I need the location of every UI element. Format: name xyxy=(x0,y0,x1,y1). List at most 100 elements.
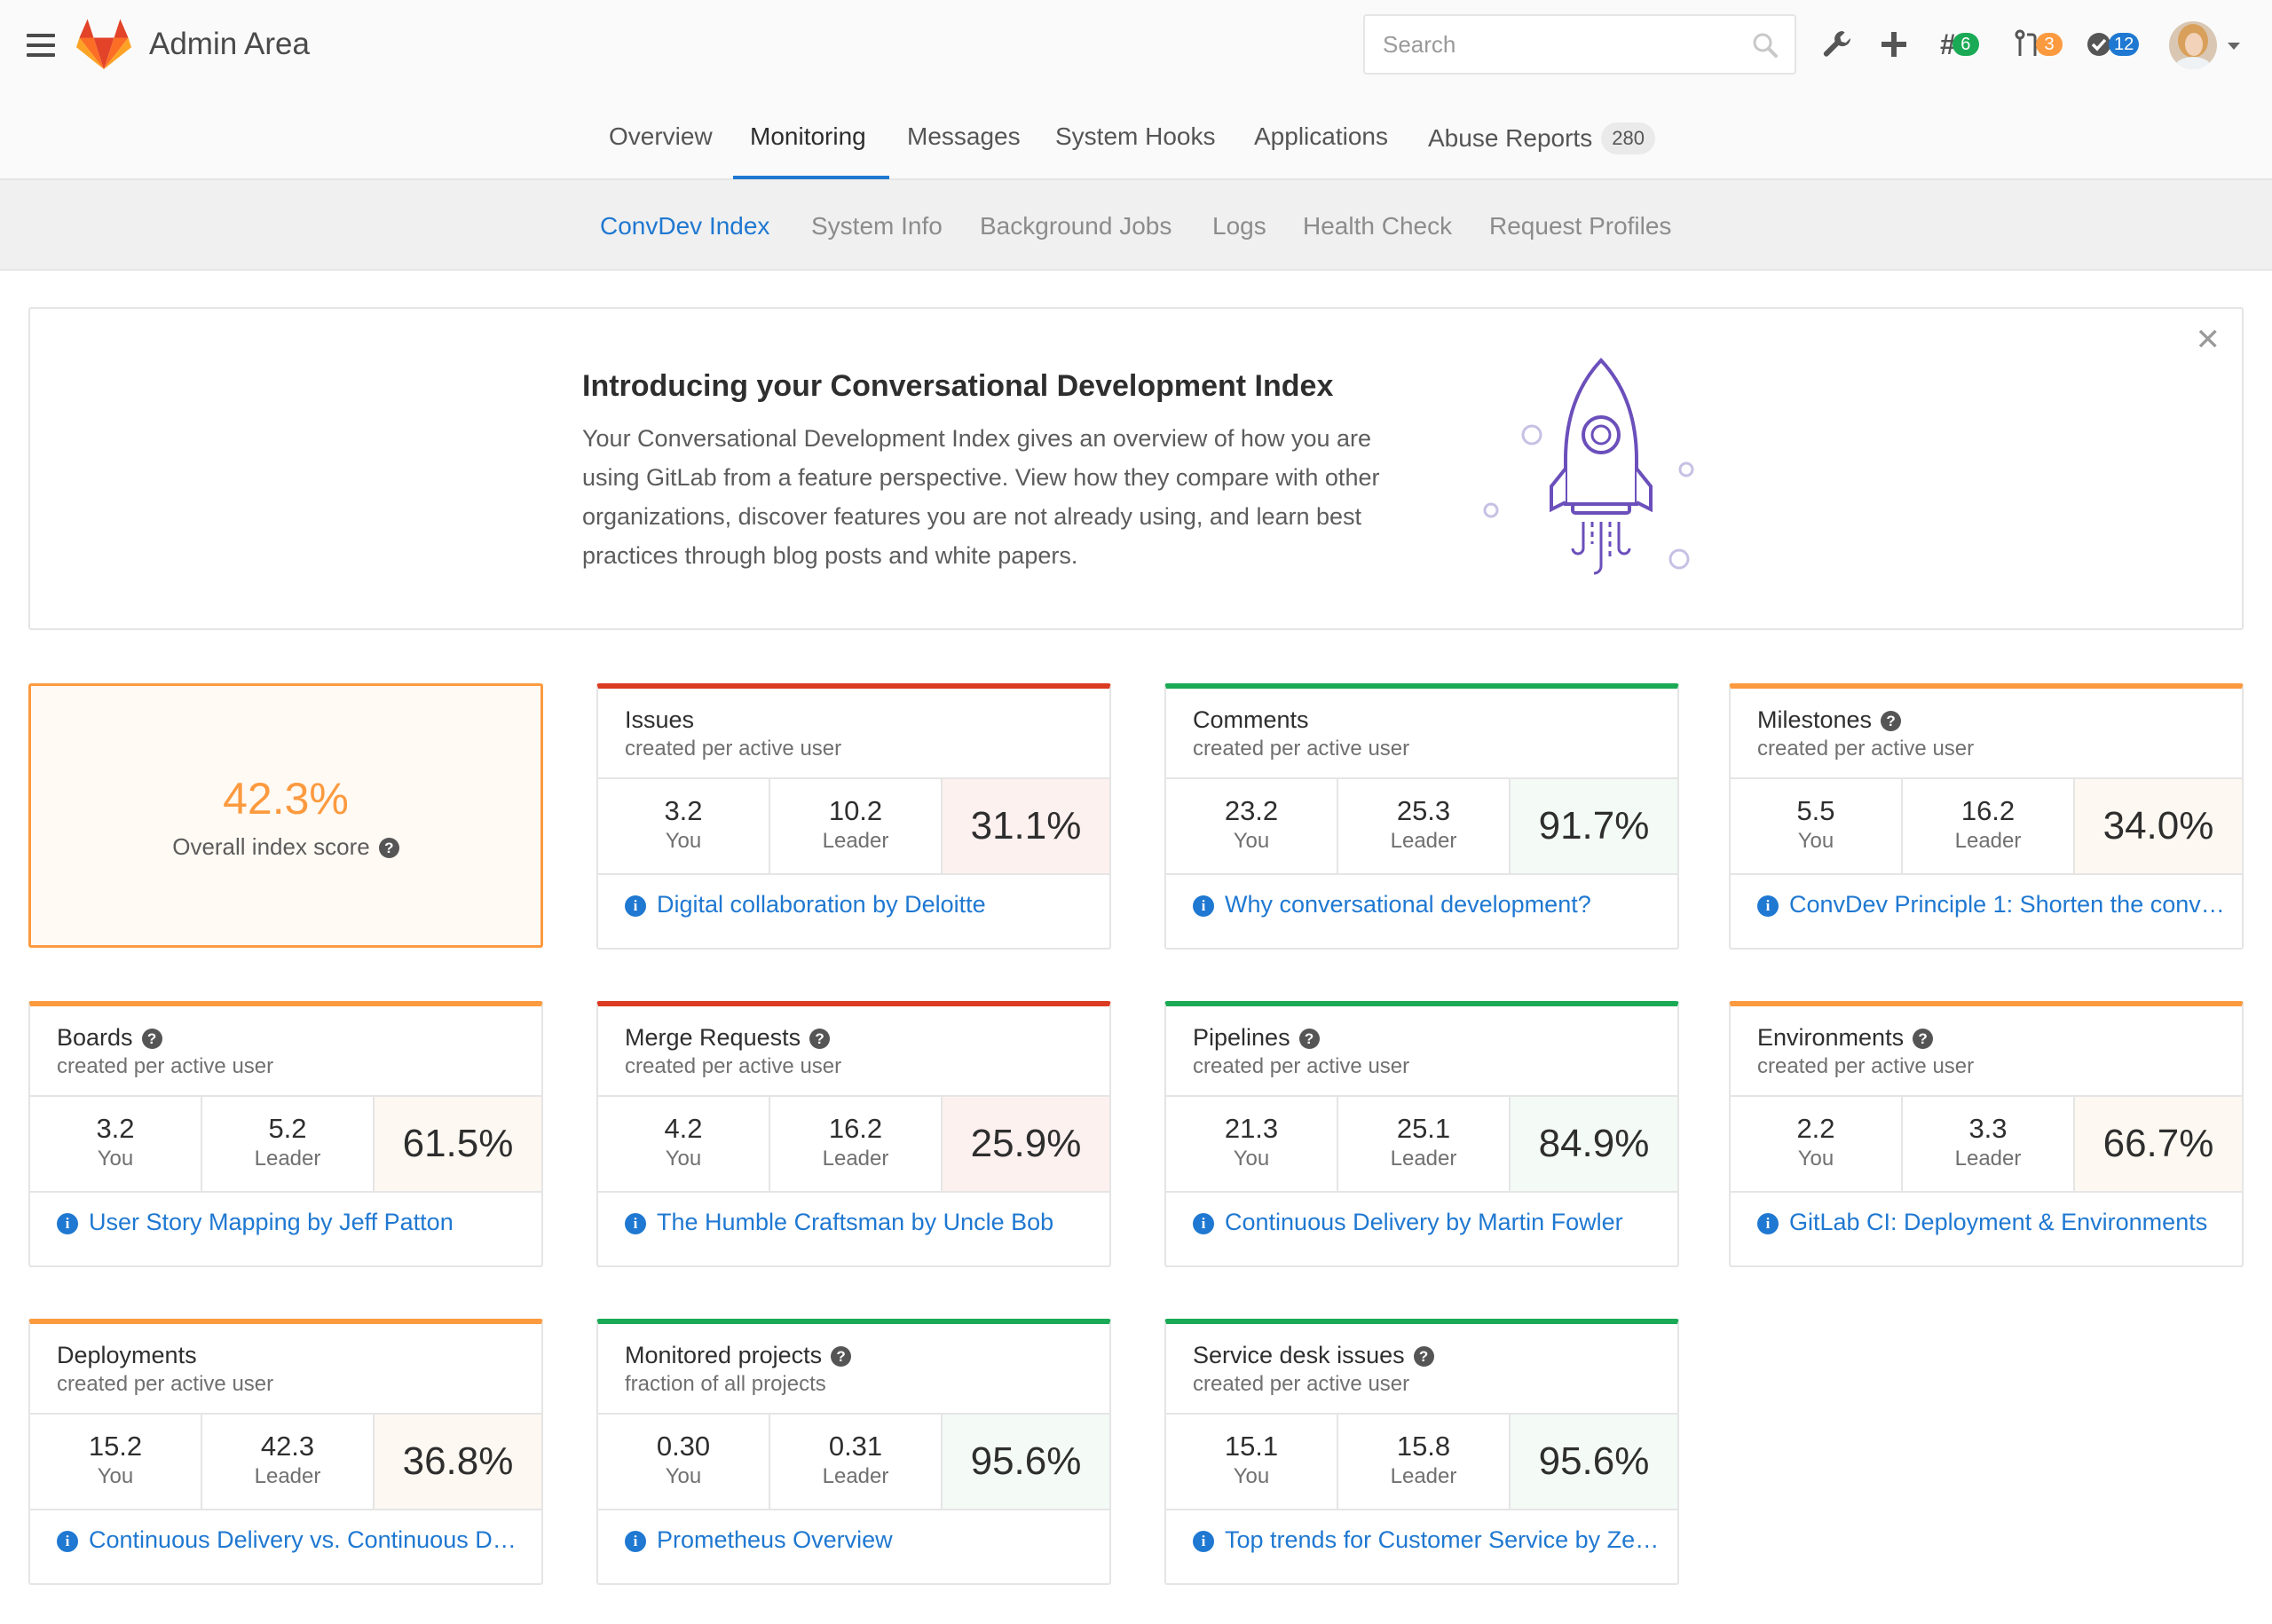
you-label: You xyxy=(1797,1147,1834,1171)
close-icon[interactable]: ✕ xyxy=(2196,325,2221,355)
metric-card-environments: Environments? created per active user 2.… xyxy=(1729,1001,2244,1267)
you-cell: 0.30 You xyxy=(598,1415,770,1509)
help-icon[interactable]: ? xyxy=(141,1029,162,1049)
subtab-health-check[interactable]: Health Check xyxy=(1303,212,1452,240)
chevron-down-icon[interactable] xyxy=(2228,43,2240,50)
subtab-background-jobs[interactable]: Background Jobs xyxy=(980,212,1172,240)
best-practice-link-text: Continuous Delivery by Martin Fowler xyxy=(1225,1209,1623,1235)
todos-count-badge: 12 xyxy=(2109,33,2140,56)
active-tab-indicator xyxy=(733,176,889,179)
info-icon: i xyxy=(1193,1531,1214,1552)
best-practice-link[interactable]: i Digital collaboration by Deloitte xyxy=(625,891,1095,918)
metric-subtitle: created per active user xyxy=(1757,1054,1975,1078)
tab-abuse-reports-label: Abuse Reports xyxy=(1428,124,1593,152)
tab-overview[interactable]: Overview xyxy=(609,122,713,151)
you-value: 21.3 xyxy=(1224,1113,1279,1144)
best-practice-link[interactable]: i Top trends for Customer Service by Zend… xyxy=(1193,1526,1663,1554)
subtab-request-profiles[interactable]: Request Profiles xyxy=(1489,212,1671,240)
help-icon[interactable]: ? xyxy=(809,1029,831,1049)
metric-score: 25.9% xyxy=(943,1097,1109,1191)
merge-requests-shortcut[interactable]: 3 xyxy=(2015,27,2063,62)
best-practice-link[interactable]: i Continuous Delivery by Martin Fowler xyxy=(1193,1209,1663,1236)
monitoring-subtabs: ConvDev Index System Info Background Job… xyxy=(0,180,2272,271)
tab-monitoring[interactable]: Monitoring xyxy=(750,122,866,151)
info-icon: i xyxy=(625,895,646,917)
metric-subtitle: created per active user xyxy=(57,1054,274,1078)
help-icon[interactable]: ? xyxy=(831,1346,852,1367)
metric-subtitle: created per active user xyxy=(57,1372,274,1396)
help-icon[interactable]: ? xyxy=(1913,1029,1934,1049)
metric-subtitle: created per active user xyxy=(625,1054,842,1078)
help-icon[interactable]: ? xyxy=(378,838,399,858)
leader-value: 3.3 xyxy=(1968,1113,2008,1144)
metric-title-text: Monitored projects xyxy=(625,1342,823,1368)
subtab-logs[interactable]: Logs xyxy=(1212,212,1266,240)
best-practice-link[interactable]: i Continuous Delivery vs. Continuous Depl… xyxy=(57,1526,527,1554)
info-icon: i xyxy=(1193,1213,1214,1234)
tab-abuse-reports[interactable]: Abuse Reports 280 xyxy=(1428,122,1655,154)
metric-subtitle: created per active user xyxy=(1193,737,1410,761)
best-practice-link-text: User Story Mapping by Jeff Patton xyxy=(89,1209,454,1235)
metric-title: Issues xyxy=(625,706,694,734)
tab-system-hooks[interactable]: System Hooks xyxy=(1055,122,1216,151)
metric-title: Environments? xyxy=(1757,1024,1934,1052)
you-cell: 4.2 You xyxy=(598,1097,770,1191)
best-practice-link[interactable]: i ConvDev Principle 1: Shorten the conver… xyxy=(1757,891,2228,918)
you-cell: 2.2 You xyxy=(1731,1097,1903,1191)
leader-label: Leader xyxy=(1390,1147,1457,1171)
admin-wrench-icon[interactable] xyxy=(1821,27,1853,62)
metric-subtitle: fraction of all projects xyxy=(625,1372,826,1396)
you-cell: 21.3 You xyxy=(1166,1097,1338,1191)
leader-label: Leader xyxy=(254,1147,321,1171)
help-icon[interactable]: ? xyxy=(1881,711,1902,731)
search-box[interactable] xyxy=(1363,14,1796,75)
leader-cell: 42.3 Leader xyxy=(202,1415,375,1509)
metric-score: 91.7% xyxy=(1511,779,1677,873)
gitlab-logo[interactable] xyxy=(76,18,131,71)
you-cell: 15.2 You xyxy=(30,1415,202,1509)
intro-title: Introducing your Conversational Developm… xyxy=(582,369,1334,403)
metric-card-monitored-projects: Monitored projects? fraction of all proj… xyxy=(596,1319,1111,1585)
metric-title: Monitored projects? xyxy=(625,1342,852,1369)
metric-comparison-row: 21.3 You 25.1 Leader 84.9% xyxy=(1166,1095,1677,1193)
plus-icon[interactable] xyxy=(1880,27,1908,62)
you-cell: 5.5 You xyxy=(1731,779,1903,873)
best-practice-link[interactable]: i Prometheus Overview xyxy=(625,1526,1095,1554)
todos-shortcut[interactable]: 12 xyxy=(2086,27,2140,62)
best-practice-link[interactable]: i The Humble Craftsman by Uncle Bob xyxy=(625,1209,1095,1236)
help-icon[interactable]: ? xyxy=(1413,1346,1434,1367)
metric-comparison-row: 0.30 You 0.31 Leader 95.6% xyxy=(598,1413,1109,1510)
help-icon[interactable]: ? xyxy=(1298,1029,1320,1049)
best-practice-link[interactable]: i Why conversational development? xyxy=(1193,891,1663,918)
best-practice-link-text: Digital collaboration by Deloitte xyxy=(657,891,986,918)
you-label: You xyxy=(97,1464,134,1488)
issues-shortcut[interactable]: # 6 xyxy=(1940,27,1979,62)
rocket-illustration xyxy=(1483,358,1694,575)
best-practice-link-text: Prometheus Overview xyxy=(657,1526,893,1553)
leader-value: 16.2 xyxy=(828,1113,883,1144)
you-value: 2.2 xyxy=(1796,1113,1835,1144)
metric-title: Pipelines? xyxy=(1193,1024,1320,1052)
info-icon: i xyxy=(57,1531,78,1552)
leader-label: Leader xyxy=(822,829,889,853)
metric-card-pipelines: Pipelines? created per active user 21.3 … xyxy=(1164,1001,1679,1267)
metric-score: 66.7% xyxy=(2075,1097,2242,1191)
metric-title: Deployments xyxy=(57,1342,197,1369)
leader-cell: 0.31 Leader xyxy=(770,1415,943,1509)
menu-icon[interactable] xyxy=(27,34,55,57)
best-practice-link[interactable]: i GitLab CI: Deployment & Environments xyxy=(1757,1209,2228,1236)
best-practice-link[interactable]: i User Story Mapping by Jeff Patton xyxy=(57,1209,527,1236)
best-practice-link-text: Why conversational development? xyxy=(1225,891,1591,918)
metric-comparison-row: 2.2 You 3.3 Leader 66.7% xyxy=(1731,1095,2242,1193)
metric-title-text: Deployments xyxy=(57,1342,197,1368)
search-input[interactable] xyxy=(1365,16,1738,73)
leader-label: Leader xyxy=(1390,1464,1457,1488)
tab-messages[interactable]: Messages xyxy=(907,122,1021,151)
metric-title-text: Environments xyxy=(1757,1024,1905,1051)
subtab-convdev-index[interactable]: ConvDev Index xyxy=(600,212,769,240)
overall-score-label-text: Overall index score xyxy=(172,833,370,860)
subtab-system-info[interactable]: System Info xyxy=(811,212,943,240)
tab-applications[interactable]: Applications xyxy=(1254,122,1388,151)
metric-card-service-desk-issues: Service desk issues? created per active … xyxy=(1164,1319,1679,1585)
user-avatar[interactable] xyxy=(2169,21,2217,69)
